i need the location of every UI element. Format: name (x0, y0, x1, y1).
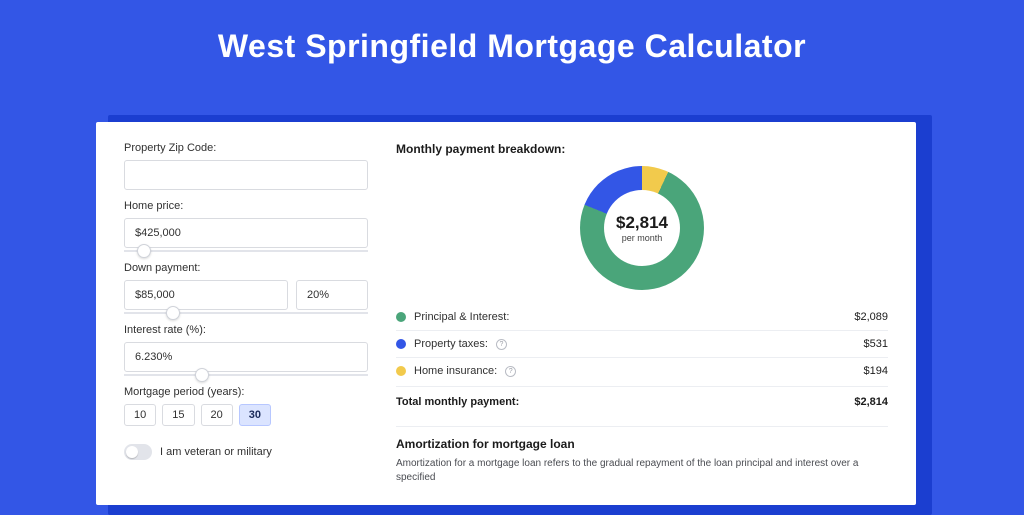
period-block: Mortgage period (years): 10 15 20 30 (124, 386, 368, 426)
period-options: 10 15 20 30 (124, 404, 368, 426)
rate-label: Interest rate (%): (124, 324, 368, 336)
price-block: Home price: (124, 200, 368, 252)
amortization-body: Amortization for a mortgage loan refers … (396, 457, 888, 485)
info-icon[interactable]: ? (505, 366, 516, 377)
breakdown-title: Monthly payment breakdown: (396, 142, 888, 156)
rate-input[interactable] (124, 342, 368, 372)
legend-taxes-label: Property taxes: (414, 338, 488, 350)
form-column: Property Zip Code: Home price: Down paym… (124, 142, 368, 485)
price-label: Home price: (124, 200, 368, 212)
down-slider-thumb[interactable] (166, 306, 180, 320)
price-input[interactable] (124, 218, 368, 248)
period-30[interactable]: 30 (239, 404, 271, 426)
legend-principal: Principal & Interest: $2,089 (396, 304, 888, 330)
legend-taxes-value: $531 (864, 338, 888, 350)
price-slider[interactable] (124, 250, 368, 252)
rate-slider[interactable] (124, 374, 368, 376)
donut-amount: $2,814 (616, 213, 668, 233)
price-slider-thumb[interactable] (137, 244, 151, 258)
veteran-label: I am veteran or military (160, 446, 272, 458)
calculator-card: Property Zip Code: Home price: Down paym… (96, 122, 916, 505)
rate-block: Interest rate (%): (124, 324, 368, 376)
down-slider[interactable] (124, 312, 368, 314)
total-row: Total monthly payment: $2,814 (396, 386, 888, 414)
section-separator (396, 426, 888, 427)
period-10[interactable]: 10 (124, 404, 156, 426)
rate-slider-thumb[interactable] (195, 368, 209, 382)
veteran-row: I am veteran or military (124, 444, 368, 460)
total-label: Total monthly payment: (396, 396, 519, 408)
down-block: Down payment: (124, 262, 368, 314)
veteran-toggle[interactable] (124, 444, 152, 460)
legend-insurance: Home insurance: ? $194 (396, 358, 888, 384)
dot-yellow-icon (396, 366, 406, 376)
total-value: $2,814 (854, 396, 888, 408)
down-amount-input[interactable] (124, 280, 288, 310)
down-label: Down payment: (124, 262, 368, 274)
zip-input[interactable] (124, 160, 368, 190)
info-icon[interactable]: ? (496, 339, 507, 350)
donut-sub: per month (616, 233, 668, 243)
down-pct-input[interactable] (296, 280, 368, 310)
breakdown-column: Monthly payment breakdown: $2,814 per mo… (396, 142, 888, 485)
period-label: Mortgage period (years): (124, 386, 368, 398)
period-20[interactable]: 20 (201, 404, 233, 426)
legend-principal-value: $2,089 (854, 311, 888, 323)
page-title: West Springfield Mortgage Calculator (0, 0, 1024, 87)
legend-principal-label: Principal & Interest: (414, 311, 509, 323)
legend-insurance-label: Home insurance: (414, 365, 497, 377)
payment-donut: $2,814 per month (580, 166, 704, 290)
amortization-title: Amortization for mortgage loan (396, 437, 888, 451)
donut-center: $2,814 per month (616, 213, 668, 243)
donut-wrap: $2,814 per month (396, 166, 888, 290)
period-15[interactable]: 15 (162, 404, 194, 426)
legend-taxes: Property taxes: ? $531 (396, 331, 888, 357)
dot-green-icon (396, 312, 406, 322)
zip-block: Property Zip Code: (124, 142, 368, 190)
zip-label: Property Zip Code: (124, 142, 368, 154)
dot-blue-icon (396, 339, 406, 349)
legend-insurance-value: $194 (864, 365, 888, 377)
